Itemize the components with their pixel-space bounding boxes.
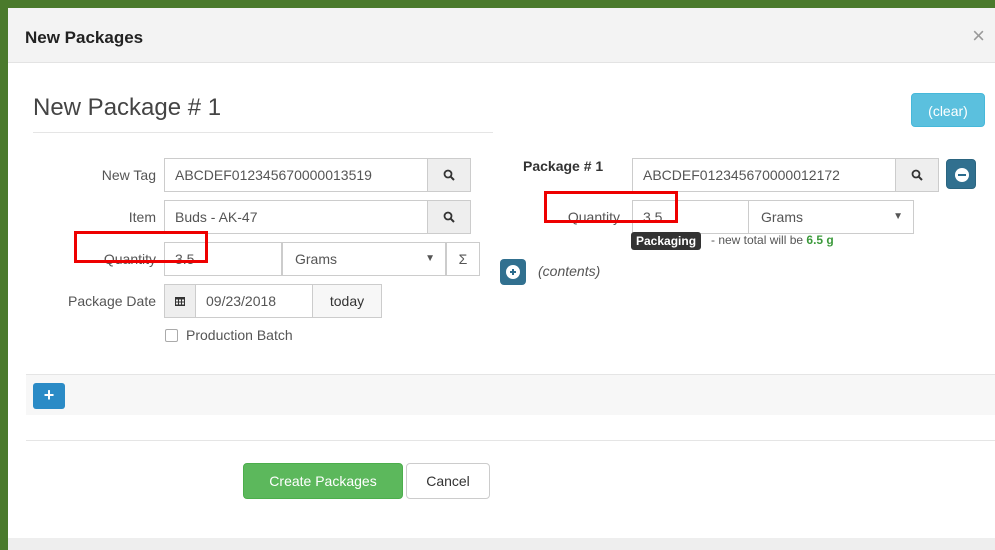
new-tag-input[interactable]: ABCDEF012345670000013519 [164, 158, 428, 192]
sum-button[interactable]: Σ [446, 242, 480, 276]
remove-package-button[interactable] [946, 159, 976, 189]
footer-divider [26, 440, 995, 441]
close-icon[interactable]: × [972, 23, 985, 49]
search-icon [443, 211, 455, 223]
search-icon [911, 169, 923, 181]
calendar-glyph [175, 297, 185, 306]
production-batch-checkbox[interactable] [165, 329, 178, 342]
quantity-unit-value: Grams [295, 251, 337, 267]
clear-button[interactable]: (clear) [911, 93, 985, 127]
quantity-input[interactable]: 3.5 [164, 242, 282, 276]
background-page-strip [8, 538, 995, 550]
package-date-label: Package Date [68, 293, 156, 309]
cancel-button[interactable]: Cancel [406, 463, 490, 499]
modal-header: New Packages × [8, 8, 995, 63]
package-date-input[interactable]: 09/23/2018 [195, 284, 313, 318]
search-icon [443, 169, 455, 181]
title-divider [33, 132, 493, 133]
packaging-badge: Packaging [631, 232, 702, 250]
package-tag-input[interactable]: ABCDEF012345670000012172 [632, 158, 896, 192]
quantity-label: Quantity [103, 251, 156, 267]
new-tag-label: New Tag [101, 167, 156, 183]
caret-down-icon: ▼ [425, 253, 435, 264]
new-packages-modal: New Packages × New Package # 1 (clear) N… [8, 8, 995, 538]
quantity-unit-select[interactable]: Grams ▼ [282, 242, 446, 276]
new-total-hint: - new total will be 6.5 g [711, 233, 834, 247]
item-input[interactable]: Buds - AK-47 [164, 200, 428, 234]
add-package-row [26, 374, 995, 415]
hint-value: 6.5 g [806, 233, 834, 247]
right-quantity-input[interactable]: 3.5 [632, 200, 750, 234]
right-quantity-unit-select[interactable]: Grams ▼ [748, 200, 914, 234]
package-tag-search-button[interactable] [895, 158, 939, 192]
contents-label: (contents) [538, 263, 601, 279]
modal-title: New Packages [25, 28, 144, 47]
new-tag-search-button[interactable] [427, 158, 471, 192]
caret-down-icon: ▼ [893, 211, 903, 222]
today-button[interactable]: today [312, 284, 382, 318]
package-number-label: Package # 1 [523, 158, 604, 174]
add-contents-button[interactable] [500, 259, 526, 285]
production-batch-label: Production Batch [186, 327, 293, 343]
create-packages-button[interactable]: Create Packages [243, 463, 403, 499]
add-package-button[interactable]: + [33, 383, 65, 409]
calendar-icon[interactable] [164, 284, 196, 318]
right-quantity-label: Quantity [567, 209, 620, 225]
right-quantity-unit-value: Grams [761, 209, 803, 225]
hint-text: - new total will be [711, 233, 804, 247]
item-label: Item [128, 209, 156, 225]
package-title: New Package # 1 [33, 94, 222, 121]
item-search-button[interactable] [427, 200, 471, 234]
